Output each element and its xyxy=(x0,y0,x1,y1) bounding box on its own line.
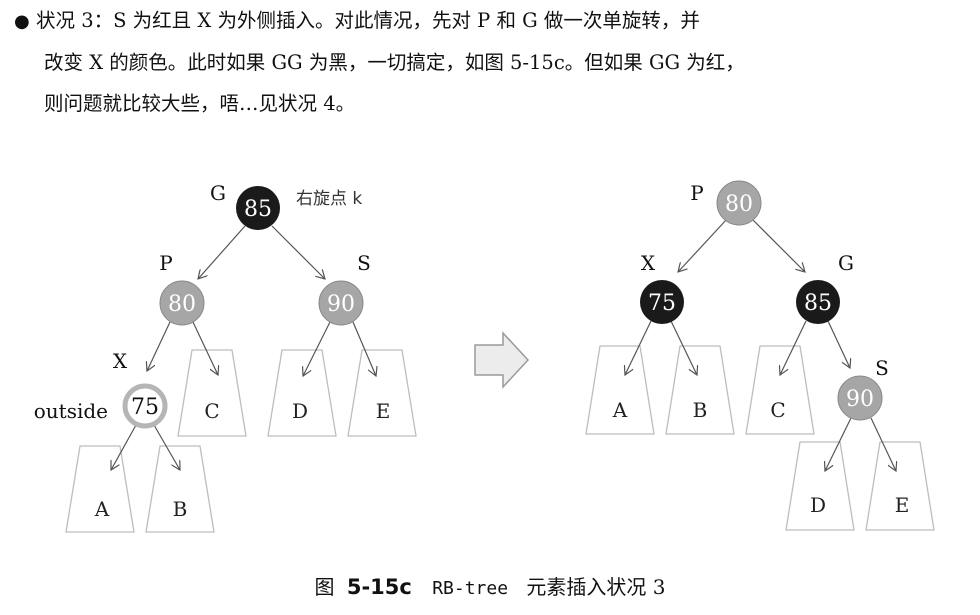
right-node-S-value: 90 xyxy=(846,387,874,412)
left-subtree-E-label: E xyxy=(376,399,391,423)
left-node-P-label: P xyxy=(159,251,172,275)
right-subtree-B: B xyxy=(665,345,735,435)
rb-tree-diagram: C D E A B 85 G 右旋点 k 80 P 90 S 75 X outs… xyxy=(34,180,935,533)
right-subtree-A: A xyxy=(585,345,655,435)
left-node-S: 90 S xyxy=(318,251,371,326)
left-node-P-value: 80 xyxy=(168,292,196,317)
left-node-G-value: 85 xyxy=(244,197,272,222)
right-node-P-label: P xyxy=(690,181,703,205)
right-subtree-C: C xyxy=(745,345,815,435)
left-subtree-A-label: A xyxy=(94,497,110,521)
right-node-S-label: S xyxy=(875,356,889,380)
right-subtree-E: E xyxy=(865,441,935,531)
caption-code: RB-tree xyxy=(432,578,509,599)
right-node-X-value: 75 xyxy=(648,291,676,316)
left-subtree-D-label: D xyxy=(292,399,308,423)
left-subtree-E: E xyxy=(347,349,417,437)
left-tree-edges xyxy=(111,225,376,470)
right-node-X: 75 X xyxy=(640,251,684,324)
left-subtree-D: D xyxy=(267,349,337,437)
right-node-G-value: 85 xyxy=(804,291,832,316)
left-node-X-value: 75 xyxy=(131,395,159,420)
right-tree: A B C D E 80 P 75 X 85 G 90 S xyxy=(585,180,935,531)
rotate-point-annotation: 右旋点 k xyxy=(296,189,362,209)
left-subtree-C-label: C xyxy=(204,399,219,423)
caption-prefix: 图 xyxy=(314,575,335,599)
left-node-G: 85 G 右旋点 k xyxy=(210,181,362,230)
left-node-S-label: S xyxy=(357,251,371,275)
left-node-S-value: 90 xyxy=(327,292,355,317)
left-node-G-label: G xyxy=(210,181,226,205)
right-node-X-label: X xyxy=(641,251,656,275)
right-node-S: 90 S xyxy=(837,356,889,421)
right-node-P: 80 P xyxy=(690,180,762,226)
figure-caption: 图 5-15c RB-tree 元素插入状况 3 xyxy=(0,571,980,600)
left-subtree-B: B xyxy=(145,445,215,533)
right-subtree-A-label: A xyxy=(612,398,628,422)
left-tree: C D E A B 85 G 右旋点 k 80 P 90 S 75 X outs… xyxy=(34,181,417,533)
right-node-P-value: 80 xyxy=(725,192,753,217)
right-subtree-C-label: C xyxy=(770,398,785,422)
outside-label: outside xyxy=(34,399,108,423)
caption-number: 5-15c xyxy=(346,575,412,599)
left-node-X: 75 X outside xyxy=(34,349,168,429)
caption-text: 元素插入状况 3 xyxy=(526,575,666,599)
right-subtree-D: D xyxy=(785,441,855,531)
transform-arrow-icon xyxy=(474,331,530,389)
left-subtree-A: A xyxy=(65,445,135,533)
right-node-G: 85 G xyxy=(796,251,854,324)
left-node-X-label: X xyxy=(113,349,128,373)
left-subtree-B-label: B xyxy=(173,497,188,521)
right-subtree-D-label: D xyxy=(810,493,826,517)
right-subtree-B-label: B xyxy=(693,398,708,422)
right-subtree-E-label: E xyxy=(895,493,910,517)
right-node-G-label: G xyxy=(838,251,854,275)
left-node-P: 80 P xyxy=(159,251,205,326)
